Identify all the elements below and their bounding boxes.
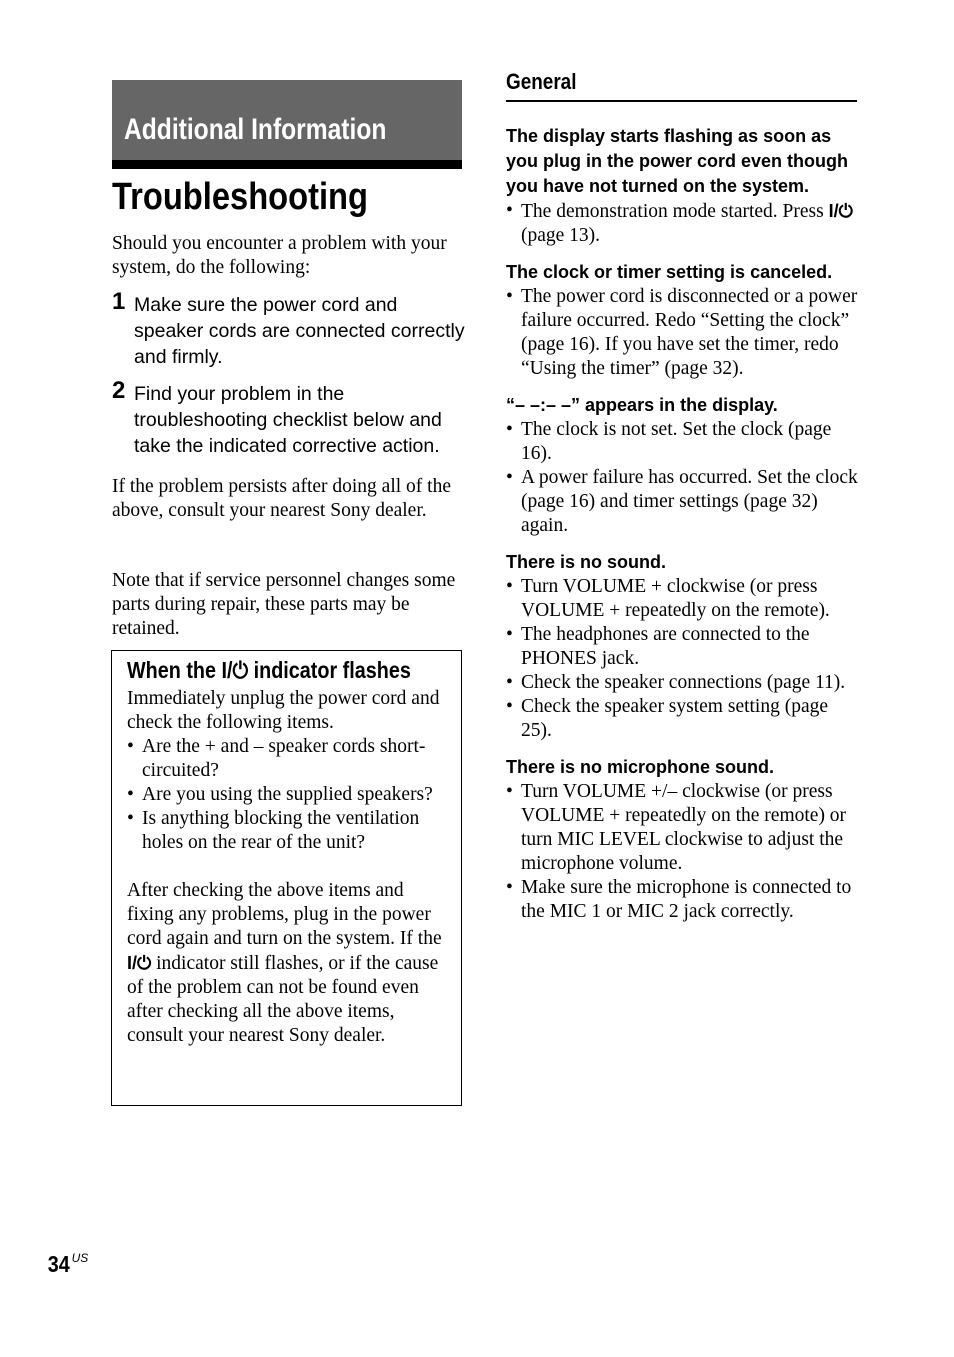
- intro-text: Should you encounter a problem with your…: [112, 233, 447, 278]
- solution-item: The demonstration mode started. Press I/…: [506, 199, 861, 248]
- persist-text: If the problem persists after doing all …: [112, 476, 451, 521]
- problem-heading: There is no sound.: [506, 552, 667, 572]
- qa-section: There is no sound. Turn VOLUME + clockwi…: [506, 550, 861, 743]
- solution-item: Turn VOLUME + clockwise (or press VOLUME…: [506, 575, 861, 623]
- power-icon: I/⏻: [221, 657, 249, 683]
- indicator-flashes-box: When the I/⏻ indicator flashes Immediate…: [111, 650, 462, 1106]
- step-text: Find your problem in the troubleshooting…: [134, 383, 442, 457]
- page-number-value: 34: [47, 1251, 70, 1277]
- general-heading: General: [506, 68, 857, 102]
- step-text: Make sure the power cord and speaker cor…: [134, 294, 465, 368]
- solution-item: Make sure the microphone is connected to…: [506, 876, 861, 924]
- box-title-text: indicator flashes: [253, 657, 411, 683]
- step-2: 2 Find your problem in the troubleshooti…: [112, 377, 467, 459]
- after-text: After checking the above items and fixin…: [127, 880, 442, 949]
- box-title-text: When the: [127, 657, 217, 683]
- problem-heading: The clock or timer setting is canceled.: [506, 262, 833, 282]
- step-1: 1 Make sure the power cord and speaker c…: [112, 288, 467, 370]
- general-heading-label: General: [506, 69, 577, 94]
- solution-item: Check the speaker system setting (page 2…: [506, 695, 861, 743]
- power-icon: I/⏻: [127, 953, 152, 973]
- solution-text: (page 13).: [521, 225, 601, 246]
- note-text: Note that if service personnel changes s…: [112, 570, 456, 639]
- box-body: Immediately unplug the power cord and ch…: [127, 687, 452, 1048]
- qa-section: The display starts flashing as soon as y…: [506, 124, 861, 248]
- box-intro: Immediately unplug the power cord and ch…: [127, 688, 440, 733]
- solution-item: A power failure has occurred. Set the cl…: [506, 466, 861, 538]
- solution-item: Turn VOLUME +/– clockwise (or press VOLU…: [506, 780, 861, 876]
- problem-heading: “– –:– –” appears in the display.: [506, 395, 778, 415]
- page-title: Troubleshooting: [112, 176, 368, 218]
- qa-section: “– –:– –” appears in the display. The cl…: [506, 393, 861, 538]
- after-text: indicator still flashes, or if the cause…: [127, 953, 439, 1046]
- section-banner: Additional Information: [112, 80, 462, 169]
- solution-item: Check the speaker connections (page 11).: [506, 671, 861, 695]
- box-after-text: After checking the above items and fixin…: [127, 879, 452, 1048]
- solution-text: The demonstration mode started. Press: [521, 201, 824, 222]
- power-icon: I/⏻: [828, 201, 853, 221]
- solution-item: The clock is not set. Set the clock (pag…: [506, 418, 861, 466]
- problem-heading: There is no microphone sound.: [506, 757, 775, 777]
- step-number: 1: [112, 288, 126, 315]
- qa-section: There is no microphone sound. Turn VOLUM…: [506, 755, 861, 924]
- solution-item: The power cord is disconnected or a powe…: [506, 285, 861, 381]
- section-banner-label: Additional Information: [124, 113, 387, 146]
- box-title: When the I/⏻ indicator flashes: [127, 657, 411, 684]
- step-number: 2: [112, 377, 126, 404]
- page-number: 34 US: [46, 1251, 88, 1278]
- problem-heading: The display starts flashing as soon as y…: [506, 126, 848, 196]
- troubleshooting-list: The display starts flashing as soon as y…: [506, 124, 861, 936]
- list-item: Are the + and – speaker cords short-circ…: [127, 735, 452, 783]
- qa-section: The clock or timer setting is canceled. …: [506, 260, 861, 381]
- check-list: Are the + and – speaker cords short-circ…: [127, 735, 452, 855]
- page-suffix: US: [71, 1251, 89, 1265]
- solution-item: The headphones are connected to the PHON…: [506, 623, 861, 671]
- list-item: Are you using the supplied speakers?: [127, 783, 452, 807]
- list-item: Is anything blocking the ventilation hol…: [127, 807, 452, 855]
